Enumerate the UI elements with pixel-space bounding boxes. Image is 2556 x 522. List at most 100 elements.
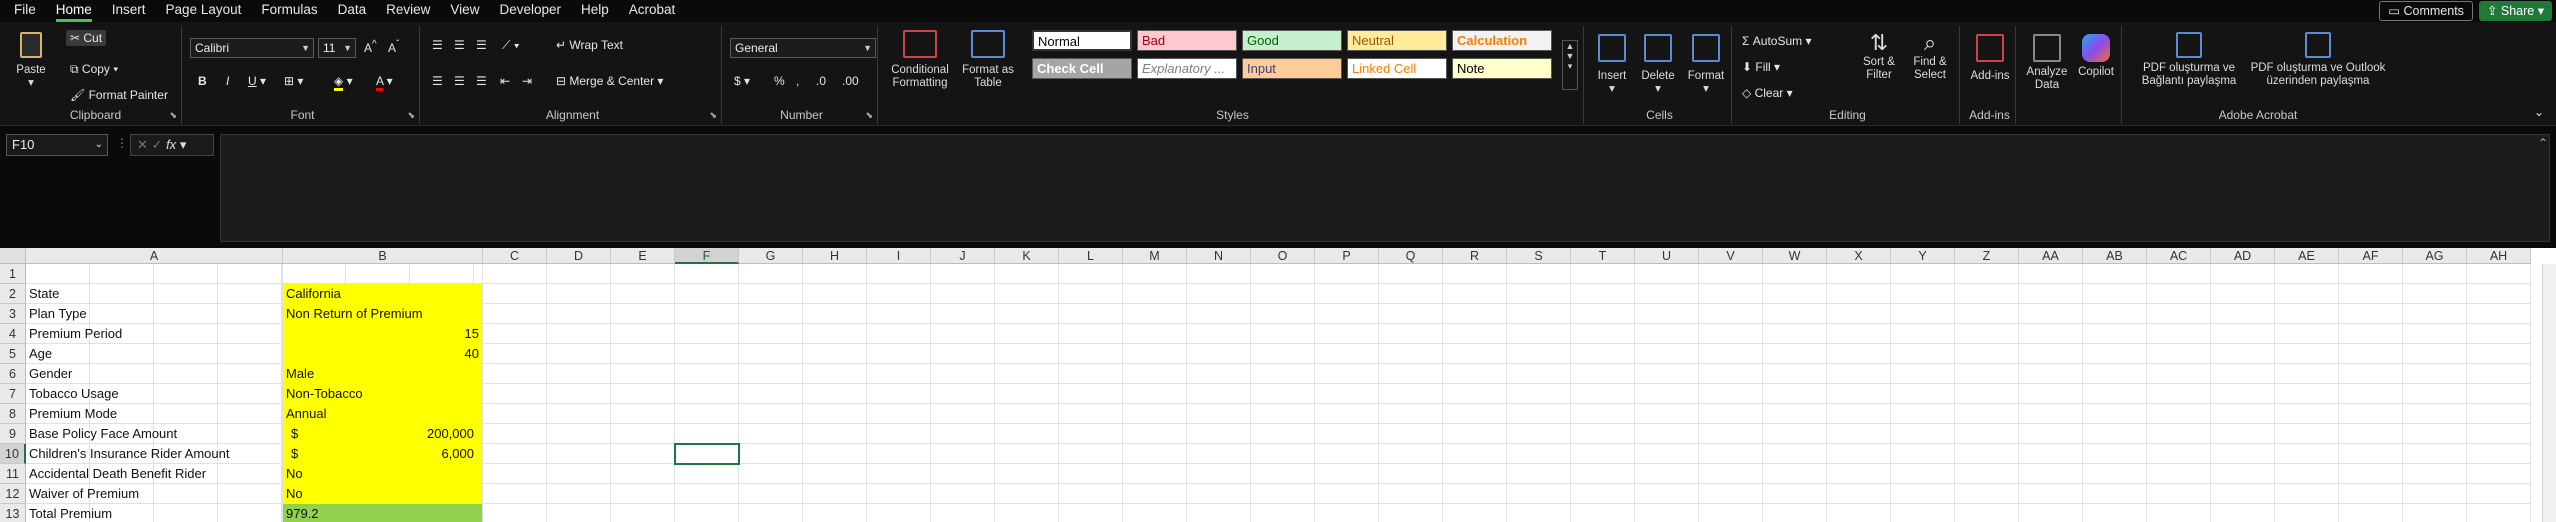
row-header-12[interactable]: 12 bbox=[0, 484, 26, 504]
column-header-i[interactable]: I bbox=[867, 248, 931, 264]
collapse-formula-bar-icon[interactable]: ⌃ bbox=[2538, 136, 2548, 150]
cell-b7[interactable]: Non-Tobacco bbox=[283, 384, 483, 404]
row-header-10[interactable]: 10 bbox=[0, 444, 26, 464]
column-header-c[interactable]: C bbox=[483, 248, 547, 264]
align-center-icon[interactable]: ☰ bbox=[454, 74, 465, 88]
row-header-2[interactable]: 2 bbox=[0, 284, 26, 304]
row-header-7[interactable]: 7 bbox=[0, 384, 26, 404]
column-header-l[interactable]: L bbox=[1059, 248, 1123, 264]
menu-page-layout[interactable]: Page Layout bbox=[166, 0, 242, 22]
font-size-combo[interactable]: 11 ▼ bbox=[318, 38, 356, 58]
cell-b8[interactable]: Annual bbox=[283, 404, 483, 424]
find-select-button[interactable]: ⌕ Find & Select bbox=[1906, 30, 1954, 82]
copy-button[interactable]: ⧉ Copy ▾ bbox=[70, 62, 118, 77]
cell-a1[interactable] bbox=[26, 264, 283, 284]
cell-b9[interactable]: $200,000 bbox=[283, 424, 483, 444]
underline-dropdown-icon[interactable]: ▾ bbox=[260, 74, 266, 88]
cell-b11[interactable]: No bbox=[283, 464, 483, 484]
worksheet-grid[interactable]: A B C D E F G H I J K L M N O P Q R S T U V W X Y Z AA AB AC AD AE AF AG… bbox=[0, 248, 2556, 522]
column-header-f[interactable]: F bbox=[675, 248, 739, 264]
comma-style-icon[interactable]: , bbox=[796, 74, 799, 88]
column-header-u[interactable]: U bbox=[1635, 248, 1699, 264]
column-header-h[interactable]: H bbox=[803, 248, 867, 264]
column-header-m[interactable]: M bbox=[1123, 248, 1187, 264]
menu-data[interactable]: Data bbox=[338, 0, 367, 22]
conditional-formatting-button[interactable]: Conditional Formatting bbox=[886, 30, 954, 90]
pdf-outlook-share-button[interactable]: PDF oluşturma ve Outlook üzerinden payla… bbox=[2250, 32, 2386, 88]
column-header-q[interactable]: Q bbox=[1379, 248, 1443, 264]
insert-button[interactable]: Insert ▾ bbox=[1592, 34, 1632, 96]
accounting-format-icon[interactable]: $ ▾ bbox=[734, 74, 750, 88]
wrap-text-button[interactable]: ↵ Wrap Text bbox=[556, 38, 623, 52]
menu-home[interactable]: Home bbox=[55, 0, 92, 22]
cell-style-input[interactable]: Input bbox=[1242, 58, 1342, 79]
cell-style-normal[interactable]: Normal bbox=[1032, 30, 1132, 51]
column-header-j[interactable]: J bbox=[931, 248, 995, 264]
autosum-button[interactable]: Σ AutoSum ▾ bbox=[1742, 34, 1811, 48]
row-header-5[interactable]: 5 bbox=[0, 344, 26, 364]
select-all-button[interactable] bbox=[0, 248, 26, 264]
cell-a11[interactable]: Accidental Death Benefit Rider bbox=[26, 464, 283, 484]
number-launcher-icon[interactable]: ⬊ bbox=[865, 110, 873, 121]
column-header-b[interactable]: B bbox=[283, 248, 483, 264]
cell-style-good[interactable]: Good bbox=[1242, 30, 1342, 51]
column-header-z[interactable]: Z bbox=[1955, 248, 2019, 264]
cell-style-note[interactable]: Note bbox=[1452, 58, 1552, 79]
column-header-a[interactable]: A bbox=[26, 248, 283, 264]
styles-more-icon[interactable]: ▲ ▼ ▾ bbox=[1562, 40, 1578, 90]
decrease-indent-icon[interactable]: ⇤ bbox=[500, 74, 510, 88]
increase-indent-icon[interactable]: ⇥ bbox=[522, 74, 532, 88]
column-header-g[interactable]: G bbox=[739, 248, 803, 264]
cell-b12[interactable]: No bbox=[283, 484, 483, 504]
column-header-v[interactable]: V bbox=[1699, 248, 1763, 264]
decrease-font-icon[interactable]: Aˇ bbox=[388, 39, 399, 55]
paste-button[interactable]: Paste ▾ bbox=[16, 32, 46, 90]
column-header-aa[interactable]: AA bbox=[2019, 248, 2083, 264]
menu-formulas[interactable]: Formulas bbox=[261, 0, 317, 22]
row-header-1[interactable]: 1 bbox=[0, 264, 26, 284]
cell-style-linked-cell[interactable]: Linked Cell bbox=[1347, 58, 1447, 79]
menu-developer[interactable]: Developer bbox=[499, 0, 561, 22]
column-header-ae[interactable]: AE bbox=[2275, 248, 2339, 264]
menu-insert[interactable]: Insert bbox=[112, 0, 146, 22]
row-header-6[interactable]: 6 bbox=[0, 364, 26, 384]
cell-b1[interactable] bbox=[283, 264, 483, 284]
analyze-data-button[interactable]: Analyze Data bbox=[2024, 34, 2070, 92]
column-header-y[interactable]: Y bbox=[1891, 248, 1955, 264]
column-header-ab[interactable]: AB bbox=[2083, 248, 2147, 264]
clear-button[interactable]: ◇ Clear ▾ bbox=[1742, 86, 1793, 100]
decrease-decimal-icon[interactable]: .00 bbox=[842, 74, 859, 88]
cell-b6[interactable]: Male bbox=[283, 364, 483, 384]
collapse-ribbon-icon[interactable]: ⌄ bbox=[2534, 105, 2544, 119]
number-format-combo[interactable]: General ▼ bbox=[730, 38, 876, 58]
cell-a13[interactable]: Total Premium bbox=[26, 504, 283, 522]
cell-style-neutral[interactable]: Neutral bbox=[1347, 30, 1447, 51]
middle-align-icon[interactable]: ☰ bbox=[454, 38, 465, 52]
cell-a9[interactable]: Base Policy Face Amount bbox=[26, 424, 283, 444]
borders-icon[interactable]: ⊞ ▾ bbox=[284, 74, 303, 88]
align-right-icon[interactable]: ☰ bbox=[476, 74, 487, 88]
column-header-n[interactable]: N bbox=[1187, 248, 1251, 264]
row-header-4[interactable]: 4 bbox=[0, 324, 26, 344]
cell-b5[interactable]: 40 bbox=[283, 344, 483, 364]
cell-b4[interactable]: 15 bbox=[283, 324, 483, 344]
percent-style-icon[interactable]: % bbox=[774, 74, 785, 88]
format-painter-button[interactable]: 🖌 Format Painter bbox=[70, 88, 168, 102]
font-name-combo[interactable]: Calibri ▼ bbox=[190, 38, 314, 58]
cell-a4[interactable]: Premium Period bbox=[26, 324, 283, 344]
row-header-9[interactable]: 9 bbox=[0, 424, 26, 444]
selected-cell-f10[interactable] bbox=[674, 443, 740, 465]
column-header-t[interactable]: T bbox=[1571, 248, 1635, 264]
font-color-icon[interactable]: A ▾ bbox=[376, 74, 393, 91]
delete-button[interactable]: Delete ▾ bbox=[1636, 34, 1680, 96]
column-header-af[interactable]: AF bbox=[2339, 248, 2403, 264]
column-header-k[interactable]: K bbox=[995, 248, 1059, 264]
name-box[interactable]: F10 ⌄ bbox=[6, 134, 108, 156]
cell-style-explanatory[interactable]: Explanatory ... bbox=[1137, 58, 1237, 79]
cell-a10[interactable]: Children's Insurance Rider Amount bbox=[26, 444, 283, 464]
column-header-ac[interactable]: AC bbox=[2147, 248, 2211, 264]
menu-help[interactable]: Help bbox=[581, 0, 609, 22]
align-left-icon[interactable]: ☰ bbox=[432, 74, 443, 88]
bold-button[interactable]: B bbox=[198, 74, 207, 88]
cell-a3[interactable]: Plan Type bbox=[26, 304, 283, 324]
